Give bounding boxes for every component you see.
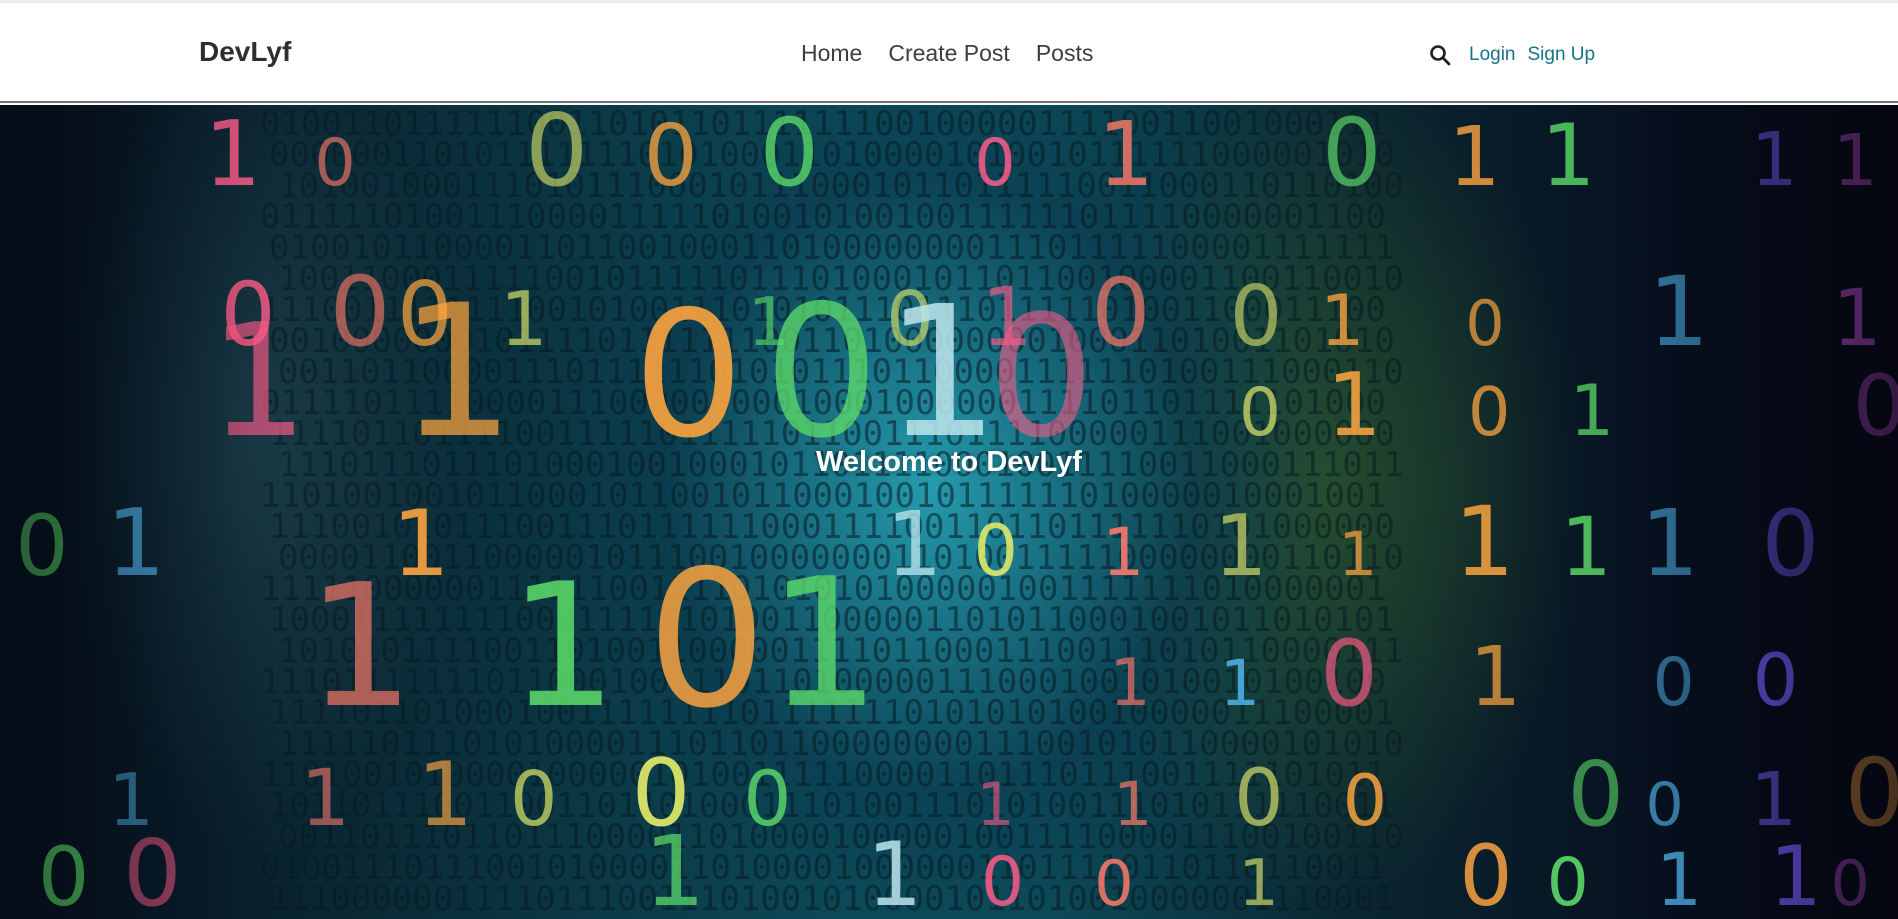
search-icon[interactable] bbox=[1428, 43, 1452, 67]
nav-create-post-link[interactable]: Create Post bbox=[888, 38, 1009, 68]
login-link[interactable]: Login bbox=[1469, 42, 1516, 68]
signup-link[interactable]: Sign Up bbox=[1528, 42, 1596, 68]
hero-banner: 0100110111111001101011011111110010000011… bbox=[0, 105, 1898, 919]
hero-title: Welcome to DevLyf bbox=[816, 446, 1082, 478]
brand-logo[interactable]: DevLyf bbox=[199, 35, 291, 69]
nav-home-link[interactable]: Home bbox=[801, 38, 862, 68]
navbar: DevLyf Home Create Post Posts Login Sign… bbox=[0, 3, 1898, 103]
binary-code-background-image: 0100110111111001101011011111110010000011… bbox=[0, 105, 1898, 919]
main-nav: Home Create Post Posts bbox=[801, 38, 1093, 68]
auth-links: Login Sign Up bbox=[1469, 42, 1595, 68]
nav-posts-link[interactable]: Posts bbox=[1036, 38, 1094, 68]
